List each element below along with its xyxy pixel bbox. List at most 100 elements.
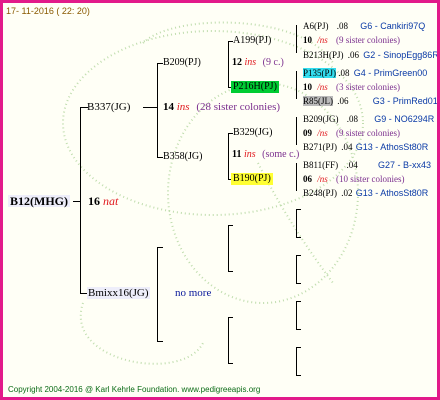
tree-connector bbox=[157, 63, 158, 157]
right-count: 10 bbox=[303, 35, 312, 45]
right-row-5: 10 /ns (3 sister colonies) bbox=[303, 81, 400, 93]
sire-siblings: (28 sister colonies) bbox=[196, 101, 281, 113]
right-queen[interactable]: B209(JG) bbox=[303, 114, 339, 124]
root-count: 16 bbox=[88, 194, 100, 208]
right-queen[interactable]: A6(PJ) bbox=[303, 21, 329, 31]
tree-connector bbox=[73, 201, 81, 202]
right-queen[interactable]: B213H(PJ) bbox=[303, 50, 344, 60]
tree-connector bbox=[157, 247, 158, 341]
right-link[interactable]: G4 - PrimGreen00 bbox=[354, 68, 428, 78]
tree-connector bbox=[296, 255, 301, 256]
sire-sire-count: 12 bbox=[232, 57, 242, 68]
right-count: 06 bbox=[303, 174, 312, 184]
tree-connector bbox=[143, 107, 157, 108]
right-queen[interactable]: B248(PJ) bbox=[303, 188, 337, 198]
queen-gg1[interactable]: A199(PJ) bbox=[233, 35, 271, 47]
right-siblings: (9 sister colonies) bbox=[336, 35, 400, 45]
right-link[interactable]: G27 - B-xx43 bbox=[378, 160, 431, 170]
queen-sire[interactable]: B337(JG) bbox=[87, 101, 130, 113]
right-suffix: /ns bbox=[317, 82, 328, 92]
sire-sisters: 14 ins (28 sister colonies) bbox=[163, 101, 280, 113]
right-row-3: B213H(PJ) .06 G2 - SinopEgg86R bbox=[303, 49, 437, 61]
tree-connector bbox=[296, 71, 297, 99]
sire-dam-suffix: ins bbox=[243, 149, 256, 160]
right-link[interactable]: G6 - Cankiri97Q bbox=[360, 21, 425, 31]
right-val: .06 bbox=[337, 96, 349, 106]
right-val: .08 bbox=[346, 114, 358, 124]
queen-sire-sire[interactable]: B209(PJ) bbox=[163, 57, 201, 69]
sire-sire-suffix: ins bbox=[244, 57, 257, 68]
right-count: 09 bbox=[303, 128, 312, 138]
sire-dam-count: 11 bbox=[232, 149, 242, 160]
right-siblings: (9 sister colonies) bbox=[336, 128, 400, 138]
tree-connector bbox=[228, 317, 229, 363]
right-row-8: 09 /ns (9 sister colonies) bbox=[303, 127, 400, 139]
sire-dam-sisters: 11 ins (some c.) bbox=[232, 149, 299, 161]
tree-connector bbox=[296, 209, 301, 210]
tree-connector bbox=[228, 225, 229, 271]
right-row-4: P135(PJ) .08 G4 - PrimGreen00 bbox=[303, 67, 427, 79]
tree-connector bbox=[296, 347, 297, 375]
right-row-9: B271(PJ) .04 G13 - AthosSt80R bbox=[303, 141, 428, 153]
right-link[interactable]: G13 - AthosSt80R bbox=[356, 188, 429, 198]
queen-gg4[interactable]: B190(PJ) bbox=[231, 173, 273, 185]
copyright-footer[interactable]: Copyright 2004-2016 @ Karl Kehrle Founda… bbox=[8, 384, 260, 396]
right-queen[interactable]: P135(PJ) bbox=[303, 68, 337, 78]
right-suffix: /ns bbox=[317, 174, 328, 184]
right-val: .08 bbox=[336, 21, 349, 31]
sire-count: 14 bbox=[163, 101, 174, 113]
tree-connector bbox=[296, 301, 297, 329]
pedigree-frame: 17- 11-2016 ( 22: 20) B12(MHG) 16 nat B3… bbox=[0, 0, 440, 400]
right-row-11: 06 /ns (10 sister colonies) bbox=[303, 173, 405, 185]
queen-root[interactable]: B12(MHG) bbox=[8, 195, 70, 207]
sire-dam-siblings: (some c.) bbox=[262, 149, 300, 160]
tree-connector bbox=[296, 163, 297, 191]
queen-dam[interactable]: Bmixx16(JG) bbox=[87, 287, 150, 299]
queen-gg3[interactable]: B329(JG) bbox=[233, 127, 272, 139]
tree-connector bbox=[296, 301, 301, 302]
root-colony-count: 16 nat bbox=[88, 195, 118, 207]
right-row-12: B248(PJ) .02 G13 - AthosSt80R bbox=[303, 187, 428, 199]
right-link[interactable]: G9 - NO6294R bbox=[374, 114, 434, 124]
tree-connector bbox=[228, 133, 229, 179]
tree-connector bbox=[296, 237, 301, 238]
tree-connector bbox=[157, 341, 163, 342]
right-queen[interactable]: B271(PJ) bbox=[303, 142, 337, 152]
tree-connector bbox=[296, 375, 301, 376]
root-suffix: nat bbox=[103, 194, 119, 208]
right-link[interactable]: G13 - AthosSt80R bbox=[356, 142, 429, 152]
queen-gg2[interactable]: P216H(PJ) bbox=[231, 81, 279, 93]
queen-sire-dam[interactable]: B358(JG) bbox=[163, 151, 202, 163]
right-suffix: /ns bbox=[317, 128, 328, 138]
sire-sire-sisters: 12 ins (9 c.) bbox=[232, 57, 284, 69]
tree-connector bbox=[228, 363, 233, 364]
right-row-6: R85(JL) .06 G3 - PrimRed01 bbox=[303, 95, 437, 107]
tree-connector bbox=[296, 283, 301, 284]
tree-connector bbox=[296, 347, 301, 348]
tree-connector bbox=[228, 225, 233, 226]
right-row-7: B209(JG) .08 G9 - NO6294R bbox=[303, 113, 434, 125]
right-val: .02 bbox=[341, 188, 353, 198]
right-suffix: /ns bbox=[317, 35, 328, 45]
right-val: .04 bbox=[346, 160, 358, 170]
right-queen[interactable]: R85(JL) bbox=[303, 96, 333, 106]
right-row-2: 10 /ns (9 sister colonies) bbox=[303, 34, 400, 46]
right-row-1: A6(PJ) .08 G6 - Cankiri97Q bbox=[303, 20, 425, 32]
right-siblings: (10 sister colonies) bbox=[336, 174, 405, 184]
tree-connector bbox=[296, 25, 297, 53]
right-val: .08 bbox=[338, 68, 350, 78]
right-count: 10 bbox=[303, 82, 312, 92]
tree-connector bbox=[296, 329, 301, 330]
tree-connector bbox=[228, 317, 233, 318]
sire-sire-siblings: (9 c.) bbox=[262, 57, 284, 68]
tree-connector bbox=[157, 247, 163, 248]
sire-suffix: ins bbox=[176, 101, 190, 113]
tree-connector bbox=[80, 107, 81, 293]
right-link[interactable]: G3 - PrimRed01 bbox=[373, 96, 437, 106]
tree-connector bbox=[228, 271, 233, 272]
right-val: .04 bbox=[341, 142, 353, 152]
right-queen[interactable]: B811(FF) bbox=[303, 160, 338, 170]
tree-connector bbox=[296, 255, 297, 283]
tree-connector bbox=[228, 41, 229, 87]
right-link[interactable]: G2 - SinopEgg86R bbox=[363, 50, 437, 60]
